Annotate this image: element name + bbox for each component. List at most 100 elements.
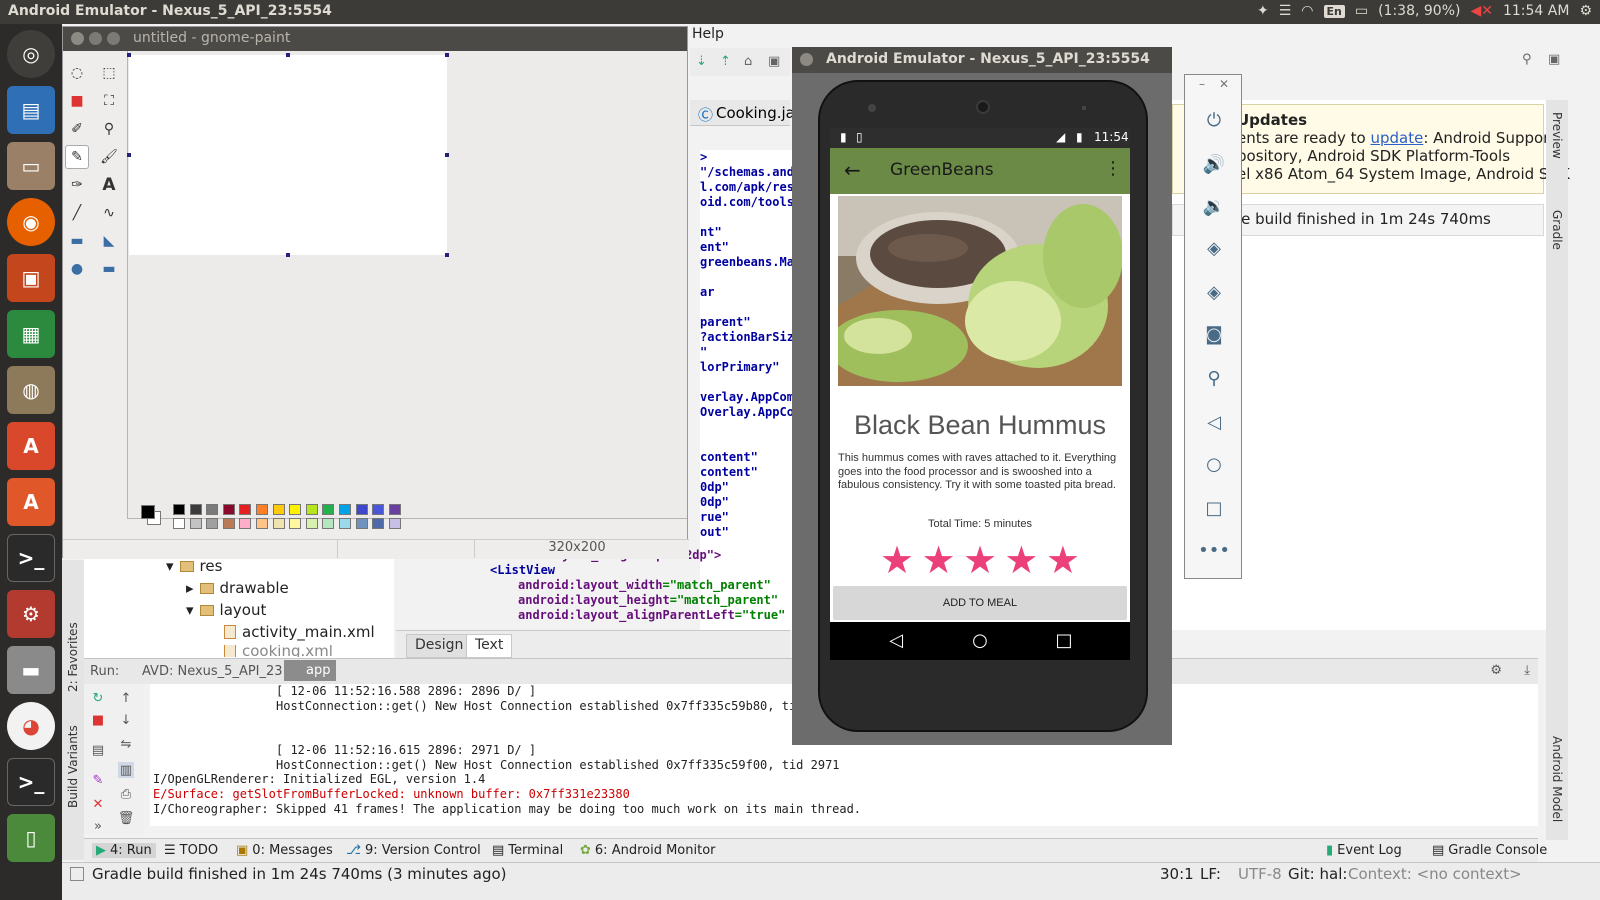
caret-position[interactable]: 30:1 <box>1160 865 1194 883</box>
maximize-window-icon[interactable] <box>107 32 120 45</box>
home-icon[interactable]: ○ <box>1201 451 1227 477</box>
calc-icon[interactable]: ▦ <box>7 310 55 358</box>
more-options-icon[interactable]: ••• <box>1198 537 1230 563</box>
eraser-icon[interactable]: ■ <box>65 89 89 113</box>
rect-select-icon[interactable]: ⬚ <box>97 61 121 85</box>
primary-color[interactable] <box>141 505 155 519</box>
disk-icon[interactable]: ▬ <box>7 646 55 694</box>
file-encoding[interactable]: UTF-8 <box>1238 865 1282 883</box>
resize-handle[interactable] <box>127 153 131 157</box>
expand-arrow-icon[interactable]: ▾ <box>166 557 174 575</box>
palette-swatch[interactable] <box>305 518 318 529</box>
software-center-icon[interactable]: A <box>7 478 55 526</box>
nav-recents-icon[interactable]: □ <box>1052 628 1076 652</box>
files-icon[interactable]: ▭ <box>7 142 55 190</box>
palette-swatch[interactable] <box>372 504 385 515</box>
tree-item-cooking[interactable]: cooking.xml <box>224 645 333 657</box>
palette-swatch[interactable] <box>305 504 318 515</box>
battery-status[interactable]: (1:38, 90%) <box>1378 3 1460 19</box>
add-to-meal-button[interactable]: ADD TO MEAL <box>833 586 1127 620</box>
vcs-update-icon[interactable]: ⇣ <box>696 54 707 69</box>
line-separator[interactable]: LF: <box>1200 865 1221 883</box>
volume-up-icon[interactable]: 🔊 <box>1201 151 1227 177</box>
palette-swatch[interactable] <box>222 504 235 515</box>
palette-swatch[interactable] <box>173 504 185 515</box>
curve-icon[interactable]: ∿ <box>97 201 121 225</box>
search-icon[interactable]: ⚲ <box>1522 52 1532 67</box>
dropbox-icon[interactable]: ✦ <box>1257 3 1269 19</box>
resize-handle[interactable] <box>127 53 131 57</box>
restore-layout-icon[interactable]: ▤ <box>90 742 106 758</box>
terminal-icon[interactable]: >_ <box>7 534 55 582</box>
polygon-icon[interactable]: ◣ <box>97 229 121 253</box>
chrome-icon[interactable]: ◕ <box>7 702 55 750</box>
pencil-icon[interactable]: ✎ <box>65 145 89 169</box>
palette-swatch[interactable] <box>206 518 219 529</box>
palette-swatch[interactable] <box>339 518 351 529</box>
tab-text[interactable]: Text <box>466 634 513 658</box>
minimize-window-icon[interactable] <box>89 32 102 45</box>
web-browser-icon[interactable]: ◍ <box>7 366 55 414</box>
close-icon[interactable]: ✕ <box>1219 77 1229 91</box>
close-icon[interactable]: ✕ <box>90 796 106 812</box>
tree-item-activity-main[interactable]: activity_main.xml <box>224 623 375 641</box>
palette-swatch[interactable] <box>272 504 285 515</box>
resize-handle[interactable] <box>286 53 290 57</box>
pin-icon[interactable]: ✎ <box>90 772 106 788</box>
rating-star-icon[interactable]: ★ <box>963 541 997 581</box>
color-picker-icon[interactable]: ✐ <box>65 117 89 141</box>
ellipse-icon[interactable]: ● <box>65 257 89 281</box>
stop-icon[interactable]: ■ <box>90 712 106 728</box>
back-icon[interactable]: ◁ <box>1201 409 1227 435</box>
lock-icon[interactable]: ⌂ <box>744 54 752 69</box>
tree-item-res[interactable]: ▾ res <box>166 557 222 575</box>
tool-todo[interactable]: ☰ TODO <box>164 843 218 858</box>
status-toggle-icon[interactable] <box>70 867 84 881</box>
fill-bucket-icon[interactable]: ⛶ <box>97 89 121 113</box>
hide-panel-icon[interactable]: ⤓ <box>1524 663 1530 678</box>
paint-canvas[interactable] <box>127 53 449 257</box>
tool-gradle-console[interactable]: ▤ Gradle Console <box>1432 843 1547 858</box>
palette-swatch[interactable] <box>388 518 401 529</box>
tool-version-control[interactable]: ⎇ 9: Version Control <box>346 843 481 858</box>
rating-star-icon[interactable]: ★ <box>1046 541 1080 581</box>
tool-android-monitor[interactable]: ✿ 6: Android Monitor <box>580 843 716 858</box>
rerun-icon[interactable]: ↻ <box>90 690 106 706</box>
ubuntu-dash-icon[interactable]: ◎ <box>7 30 55 78</box>
scroll-up-icon[interactable]: ↑ <box>118 690 134 706</box>
resize-handle[interactable] <box>445 53 449 57</box>
code-editor-bottom[interactable]: android:layout_marginTop="32dp"> <ListVi… <box>490 548 790 638</box>
palette-swatch[interactable] <box>289 504 302 515</box>
settings-gear-icon[interactable]: ⚙ <box>1579 3 1592 19</box>
close-window-icon[interactable] <box>800 53 813 66</box>
volume-muted-icon[interactable]: ◀✕ <box>1470 3 1493 19</box>
zoom-icon[interactable]: ⚲ <box>1201 365 1227 391</box>
print-icon[interactable]: ⎙ <box>118 786 134 802</box>
palette-swatch[interactable] <box>189 518 202 529</box>
battery-icon[interactable]: ▭ <box>1355 3 1368 19</box>
palette-swatch[interactable] <box>256 504 268 515</box>
preview-tab[interactable]: Preview <box>1550 112 1564 159</box>
resize-handle[interactable] <box>445 253 449 257</box>
rating-bar[interactable]: ★ ★ ★ ★ ★ <box>880 541 1080 581</box>
settings-gear-icon[interactable]: ⚙ <box>1490 663 1502 678</box>
terminal-2-icon[interactable]: >_ <box>7 758 55 806</box>
palette-swatch[interactable] <box>388 504 401 515</box>
palette-swatch[interactable] <box>189 504 202 515</box>
lasso-select-icon[interactable]: ◌ <box>65 61 89 85</box>
nav-home-icon[interactable]: ○ <box>968 628 992 652</box>
scroll-to-end-icon[interactable]: ▥ <box>118 762 134 778</box>
palette-swatch[interactable] <box>289 518 302 529</box>
impress-icon[interactable]: ▣ <box>7 254 55 302</box>
layout-icon[interactable]: ▣ <box>1548 52 1560 67</box>
palette-swatch[interactable] <box>239 504 252 515</box>
close-window-icon[interactable] <box>71 32 84 45</box>
gradle-tab[interactable]: Gradle <box>1550 210 1564 250</box>
palette-swatch[interactable] <box>355 518 368 529</box>
menu-icon[interactable]: ☰ <box>1279 3 1292 19</box>
context-indicator[interactable]: Context: <no context> <box>1348 865 1522 883</box>
palette-swatch[interactable] <box>322 518 335 529</box>
tree-item-drawable[interactable]: ▸ drawable <box>186 579 289 597</box>
status-message[interactable]: Gradle build finished in 1m 24s 740ms (3… <box>92 865 507 883</box>
firefox-icon[interactable]: ◉ <box>7 198 55 246</box>
